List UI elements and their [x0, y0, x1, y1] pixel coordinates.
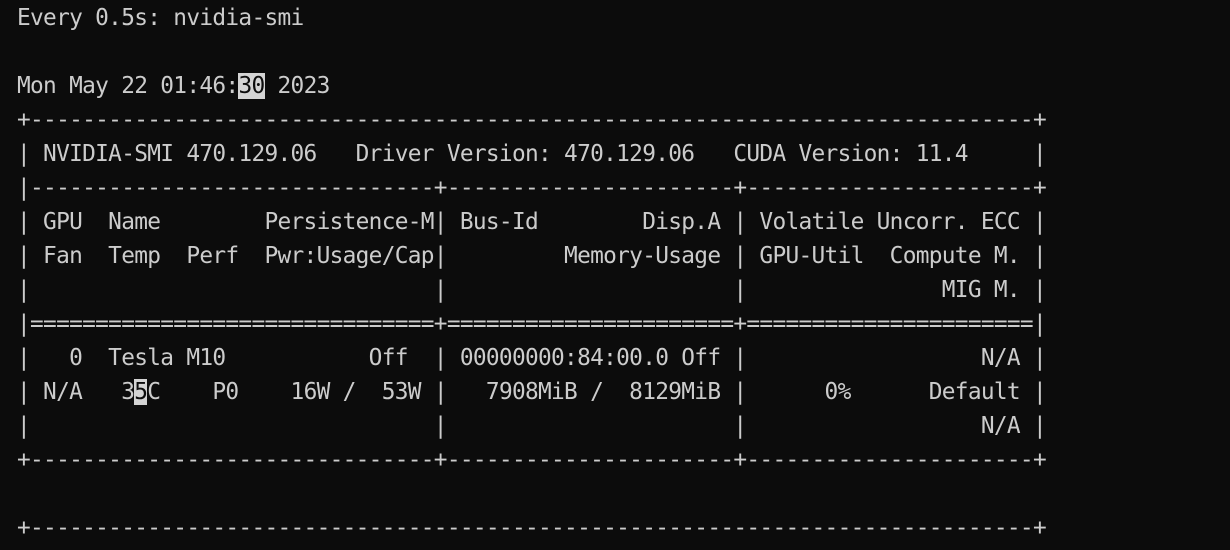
table-header-row-2: | Fan Temp Perf Pwr:Usage/Cap| Memory-Us… — [17, 243, 1047, 269]
timestamp-line: Mon May 22 01:46:30 2023 — [17, 68, 1222, 102]
table-separator-eq: |===============================+=======… — [17, 311, 1047, 337]
text-cursor: 5 — [134, 379, 148, 405]
gpu-row-2-suffix: C P0 16W / 53W | 7908MiB / 8129MiB | 0% … — [147, 379, 1046, 405]
table-border-top: +---------------------------------------… — [17, 107, 1047, 133]
timestamp-suffix: 2023 — [264, 73, 331, 99]
table-separator-dash: |-------------------------------+-------… — [17, 175, 1047, 201]
timestamp-seconds-highlight: 30 — [238, 73, 265, 99]
gpu-row-1: | 0 Tesla M10 Off | 00000000:84:00.0 Off… — [17, 345, 1047, 371]
table-border-bottom: +-------------------------------+-------… — [17, 447, 1047, 473]
gpu-row-2: | N/A 35C P0 16W / 53W | 7908MiB / 8129M… — [17, 374, 1222, 408]
version-line: | NVIDIA-SMI 470.129.06 Driver Version: … — [17, 141, 1047, 167]
terminal-output: Every 0.5s: nvidia-smi Mon May 22 01:46:… — [17, 0, 1222, 550]
processes-border-top: +---------------------------------------… — [17, 515, 1047, 541]
table-header-row-3: | | | MIG M. | — [17, 277, 1047, 303]
gpu-row-3: | | | N/A | — [17, 413, 1047, 439]
timestamp-prefix: Mon May 22 01:46: — [17, 73, 239, 99]
table-header-row-1: | GPU Name Persistence-M| Bus-Id Disp.A … — [17, 209, 1047, 235]
watch-command-line: Every 0.5s: nvidia-smi — [17, 5, 304, 31]
gpu-row-2-prefix: | N/A 3 — [17, 379, 135, 405]
